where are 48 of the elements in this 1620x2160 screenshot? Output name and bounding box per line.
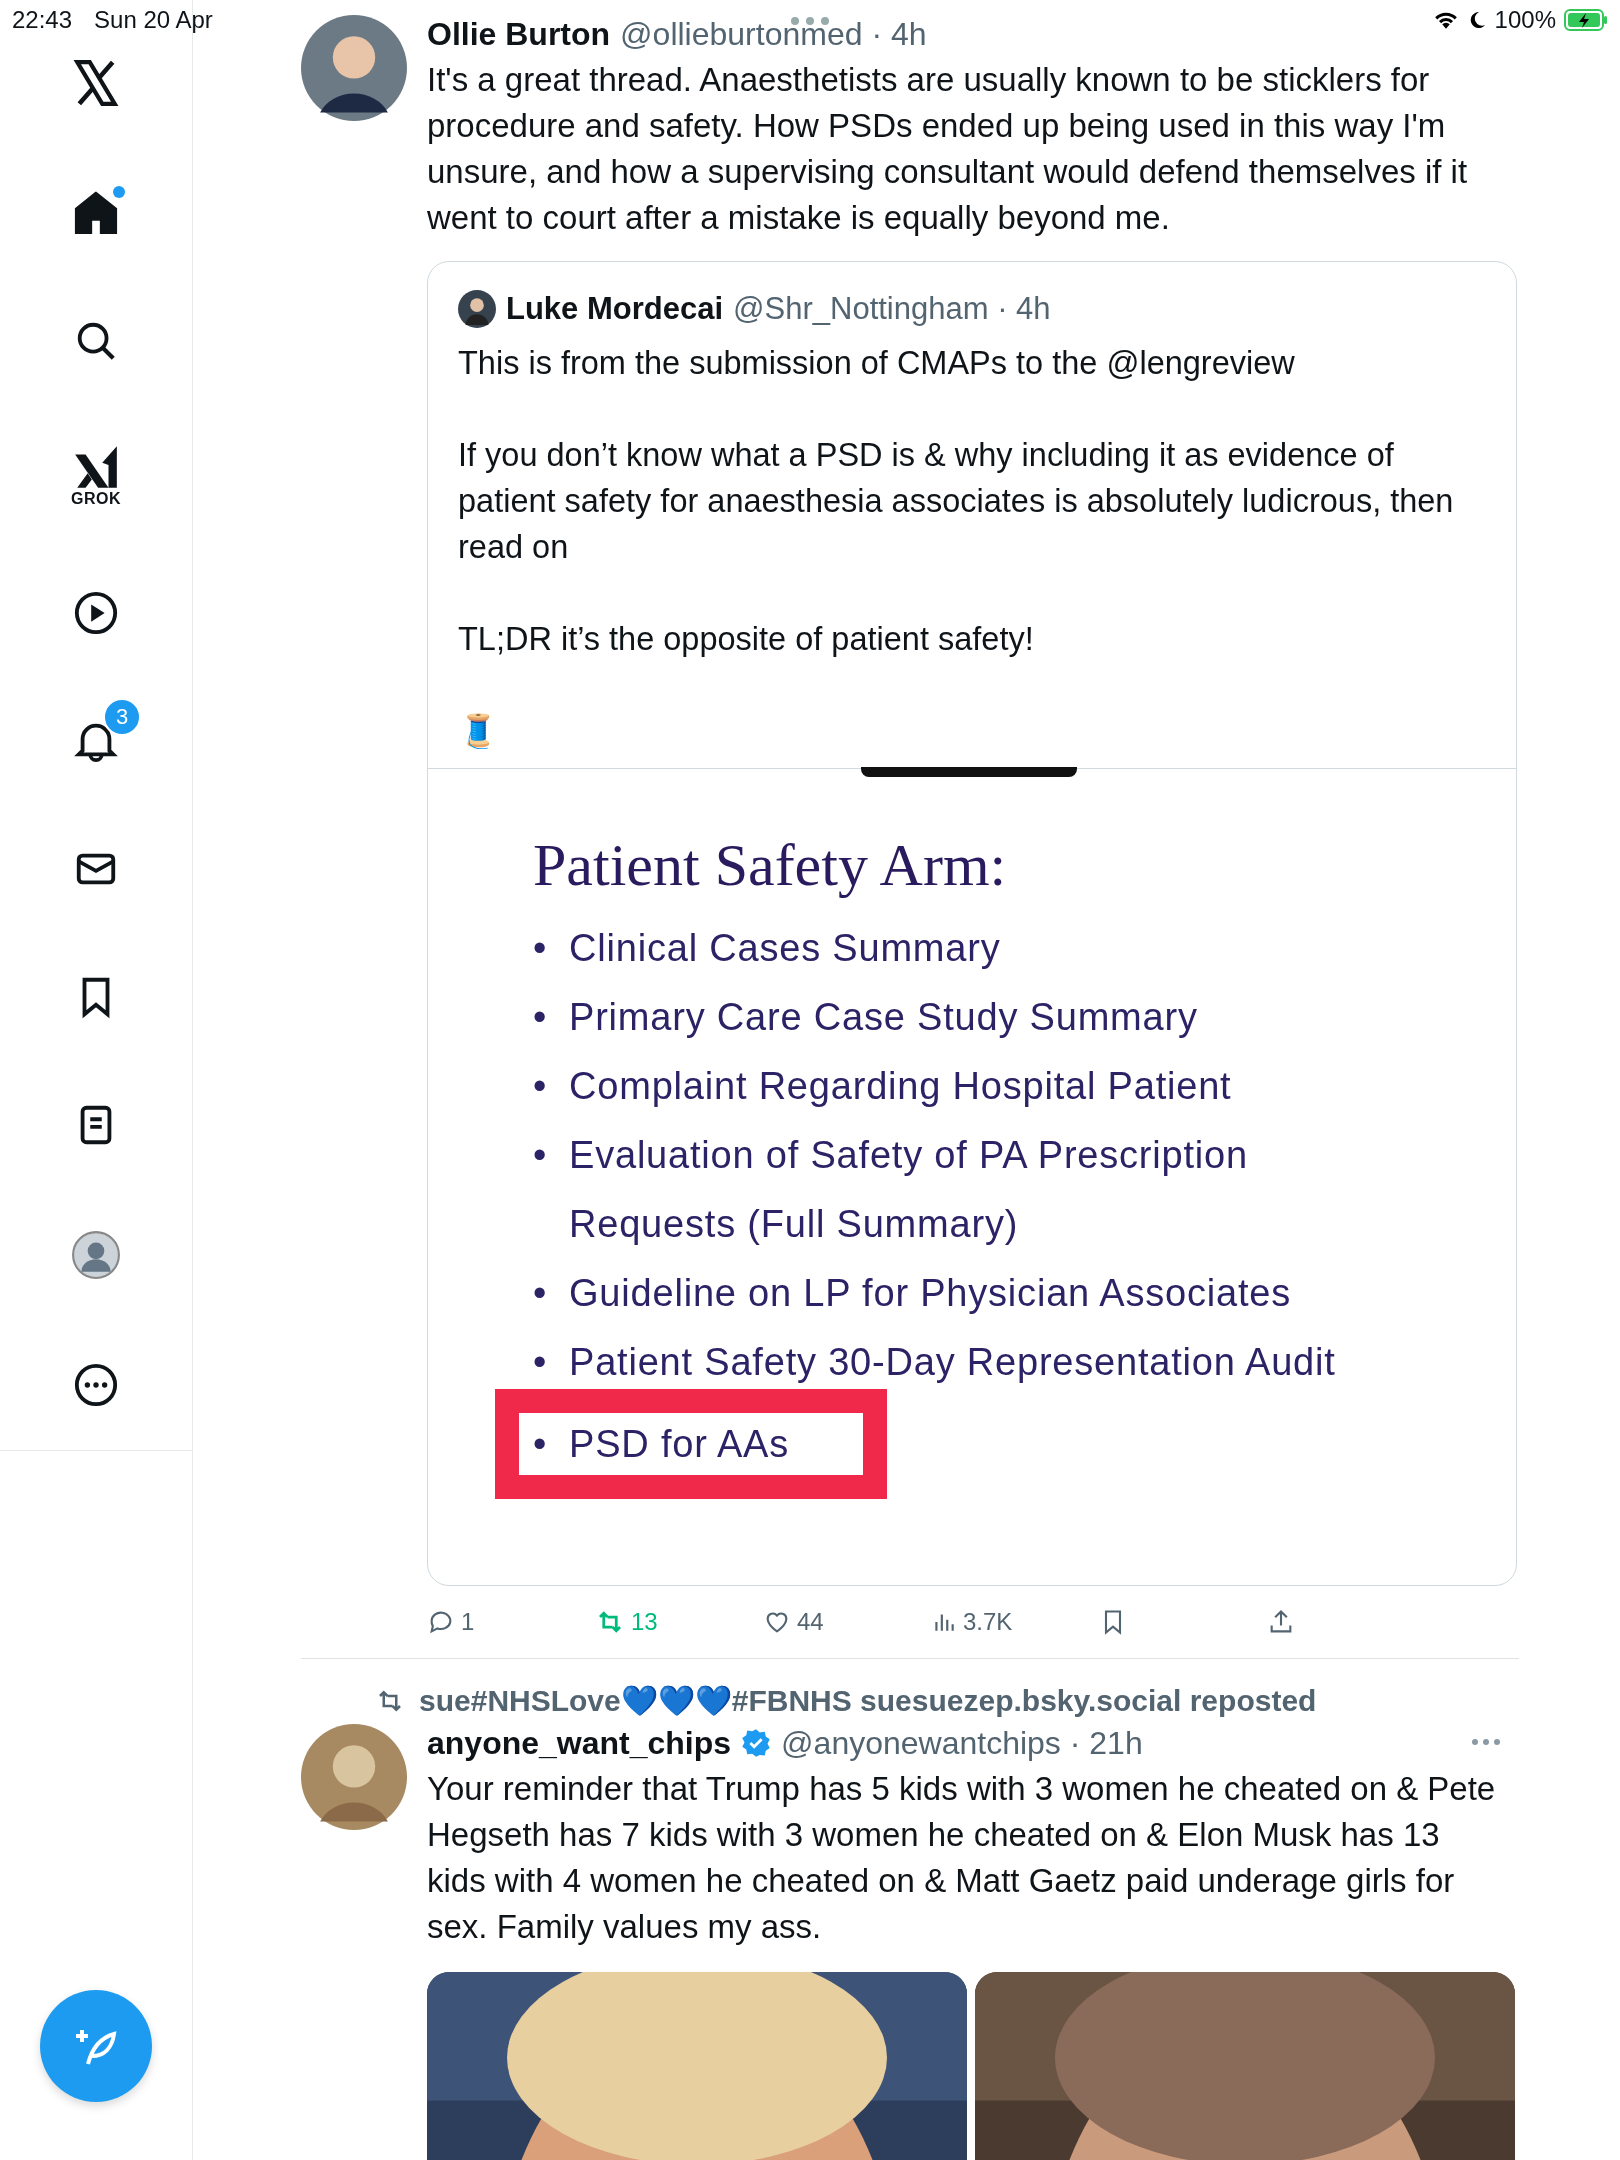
- handle-and-time[interactable]: @Shr_Nottingham · 4h: [733, 291, 1051, 327]
- slide-bullet-text: Primary Care Case Study Summary: [569, 995, 1198, 1040]
- bullet: •: [533, 1064, 547, 1109]
- wifi-icon: [1432, 10, 1459, 30]
- author-name[interactable]: Luke Mordecai: [506, 291, 724, 327]
- notification-count: 3: [103, 698, 141, 736]
- slide-bullet-text: Patient Safety 30-Day Representation Audit: [569, 1340, 1336, 1385]
- author-name[interactable]: Ollie Burton: [427, 15, 611, 53]
- slide-bullet-text: Clinical Cases Summary: [569, 926, 1001, 971]
- status-time: 22:43: [12, 6, 73, 34]
- status-date: Sun 20 Apr: [94, 6, 213, 34]
- handle-and-time[interactable]: @ollieburtonmed · 4h: [620, 15, 927, 53]
- quote-paragraph: If you don’t know what a PSD is & why including it as evidence of patient safety for anaesthesia associates is absolutely ludicrous, then read on: [458, 436, 1455, 567]
- action-count: 1: [461, 1608, 475, 1636]
- bullet: •: [533, 1340, 547, 1385]
- avatar[interactable]: [301, 15, 407, 121]
- grok-label[interactable]: GROK: [71, 490, 121, 508]
- handle-and-time[interactable]: @anyonewantchips · 21h: [781, 1724, 1143, 1762]
- bullet: •: [533, 1271, 547, 1316]
- slide-bullet-text: Complaint Regarding Hospital Patient: [569, 1064, 1232, 1109]
- x-logo-icon[interactable]: [71, 58, 121, 108]
- quote-paragraph: TL;DR it’s the opposite of patient safety!: [458, 620, 1035, 659]
- bullet: •: [533, 1422, 547, 1467]
- compose-button[interactable]: [40, 1990, 152, 2102]
- bullet: •: [533, 926, 547, 971]
- reposted-by-text[interactable]: sue#NHSLove💙💙💙#FBNHS suesuezep.bsky.social reposted: [419, 1683, 1317, 1718]
- play-icon[interactable]: [73, 590, 119, 636]
- quoted-post-card[interactable]: [427, 261, 1517, 1586]
- tweet-text: Your reminder that Trump has 5 kids with 3 women he cheated on & Pete Hegseth has 7 kids with 3 women he cheated on & Elon Musk has 13 kids with 4 women he cheated on & Matt Gaetz paid underage girls for sex. Family values my ass.: [427, 1769, 1497, 1947]
- author-name[interactable]: anyone_want_chips: [427, 1724, 732, 1762]
- bullet: •: [533, 1133, 547, 1178]
- action-count: 44: [797, 1608, 824, 1636]
- quote-paragraph: 🧵: [458, 712, 499, 751]
- battery-percent: 100%: [1494, 6, 1556, 34]
- home-icon[interactable]: [73, 190, 119, 236]
- avatar[interactable]: [458, 290, 496, 328]
- quote-paragraph: This is from the submission of CMAPs to the @lengreview: [458, 344, 1296, 383]
- slide-bullet-text: Evaluation of Safety of PA Prescription Requests (Full Summary): [569, 1133, 1249, 1247]
- more-icon[interactable]: [73, 1362, 119, 1408]
- slide-bullet-text: PSD for AAs: [569, 1422, 789, 1467]
- tweet-text: It's a great thread. Anaesthetists are usually known to be sticklers for procedure and safety. How PSDs ended up being used in this way I'm unsure, and how a supervising consultant would defend themselves if it went to court after a mistake is equally beyond me.: [427, 60, 1469, 238]
- battery-charging-icon: [1564, 9, 1608, 31]
- slide-bullet-text: Guideline on LP for Physician Associates: [569, 1271, 1292, 1316]
- profile-avatar-icon[interactable]: [71, 1230, 121, 1280]
- bullet: •: [533, 995, 547, 1040]
- slide-title: Patient Safety Arm:: [533, 831, 1008, 900]
- action-count: 3.7K: [963, 1608, 1013, 1636]
- action-count: 13: [631, 1608, 658, 1636]
